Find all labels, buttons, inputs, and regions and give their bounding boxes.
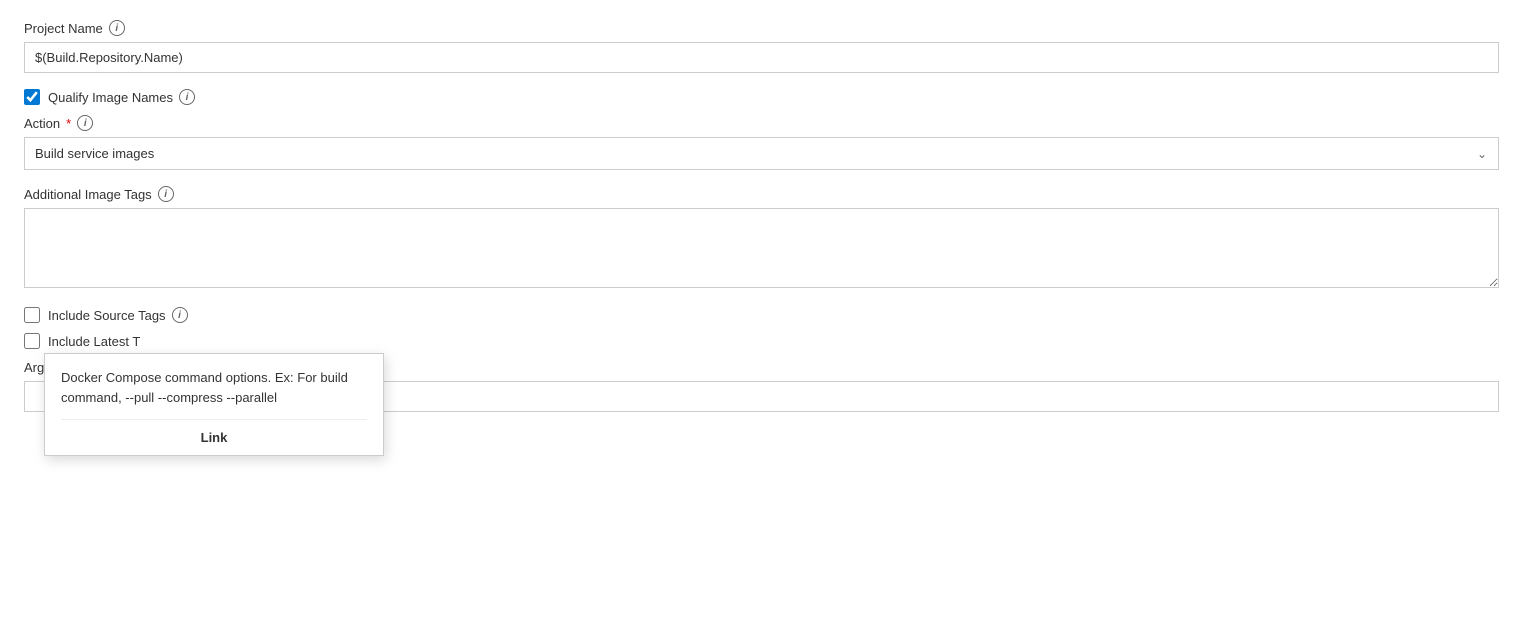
- include-source-tags-group: Include Source Tags i: [24, 307, 1499, 323]
- action-select-wrapper: Build service images Push service images…: [24, 137, 1499, 170]
- additional-image-tags-textarea[interactable]: [24, 208, 1499, 288]
- qualify-image-names-info-icon[interactable]: i: [179, 89, 195, 105]
- include-source-tags-checkbox[interactable]: [24, 307, 40, 323]
- action-label-text: Action: [24, 116, 60, 131]
- include-source-tags-label[interactable]: Include Source Tags i: [48, 307, 188, 323]
- tooltip-link[interactable]: Link: [201, 430, 228, 445]
- tooltip-text: Docker Compose command options. Ex: For …: [61, 368, 367, 420]
- qualify-image-names-checkbox[interactable]: [24, 89, 40, 105]
- project-name-group: Project Name i: [24, 20, 1499, 73]
- additional-image-tags-info-icon[interactable]: i: [158, 186, 174, 202]
- action-info-icon[interactable]: i: [77, 115, 93, 131]
- action-label: Action * i: [24, 115, 1499, 131]
- project-name-info-icon[interactable]: i: [109, 20, 125, 36]
- project-name-input[interactable]: [24, 42, 1499, 73]
- action-select[interactable]: Build service images Push service images…: [24, 137, 1499, 170]
- include-latest-tag-label-text: Include Latest T: [48, 334, 140, 349]
- action-group: Action * i Build service images Push ser…: [24, 115, 1499, 170]
- include-source-tags-info-icon[interactable]: i: [172, 307, 188, 323]
- additional-image-tags-group: Additional Image Tags i: [24, 186, 1499, 291]
- arguments-tooltip-popup: Docker Compose command options. Ex: For …: [44, 353, 384, 456]
- include-latest-tag-checkbox[interactable]: [24, 333, 40, 349]
- include-latest-tag-group: Include Latest T Docker Compose command …: [24, 333, 1499, 349]
- additional-image-tags-label: Additional Image Tags i: [24, 186, 1499, 202]
- action-required-marker: *: [66, 116, 71, 131]
- qualify-image-names-label[interactable]: Qualify Image Names i: [48, 89, 195, 105]
- include-source-tags-label-text: Include Source Tags: [48, 308, 166, 323]
- project-name-label: Project Name i: [24, 20, 1499, 36]
- tooltip-link-row: Link: [61, 420, 367, 455]
- qualify-image-names-label-text: Qualify Image Names: [48, 90, 173, 105]
- additional-image-tags-label-text: Additional Image Tags: [24, 187, 152, 202]
- include-latest-tag-label[interactable]: Include Latest T: [48, 334, 140, 349]
- qualify-image-names-group: Qualify Image Names i: [24, 89, 1499, 105]
- project-name-label-text: Project Name: [24, 21, 103, 36]
